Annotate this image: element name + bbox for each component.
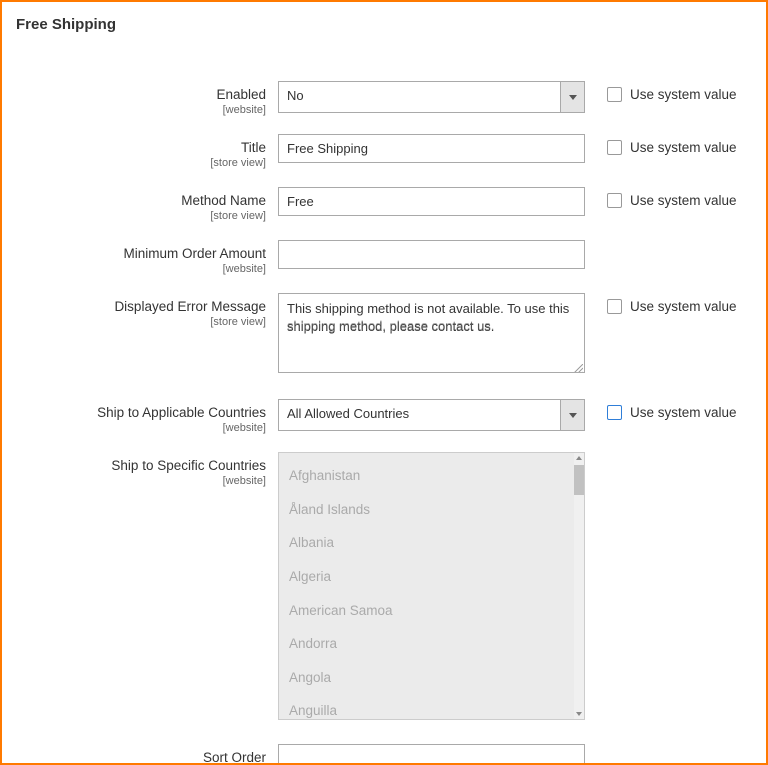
scope-title: [store view] [16, 157, 266, 169]
method-name-use-system-checkbox[interactable] [607, 193, 622, 208]
country-option[interactable]: Angola [279, 661, 584, 695]
scope-enabled: [website] [16, 104, 266, 116]
use-system-label: Use system value [630, 140, 737, 155]
label-sort-order: Sort Order [16, 750, 266, 765]
row-applicable: Ship to Applicable Countries [website] A… [16, 399, 752, 434]
row-specific: Ship to Specific Countries [website] Afg… [16, 452, 752, 720]
row-error-msg: Displayed Error Message [store view] Thi… [16, 293, 752, 373]
row-title: Title [store view] Use system value [16, 134, 752, 169]
country-option[interactable]: Andorra [279, 627, 584, 661]
country-option[interactable]: American Samoa [279, 594, 584, 628]
applicable-select-value: All Allowed Countries [279, 400, 560, 430]
scope-min-order: [website] [16, 263, 266, 275]
scroll-up-icon[interactable] [574, 453, 584, 463]
label-enabled: Enabled [16, 87, 266, 102]
enabled-select[interactable]: No [278, 81, 585, 113]
label-specific: Ship to Specific Countries [16, 458, 266, 473]
use-system-label: Use system value [630, 405, 737, 420]
section-title: Free Shipping [16, 16, 752, 33]
country-option[interactable]: Anguilla [279, 694, 584, 720]
use-system-label: Use system value [630, 193, 737, 208]
method-name-input[interactable] [278, 187, 585, 216]
row-enabled: Enabled [website] No Use system value [16, 81, 752, 116]
title-input[interactable] [278, 134, 585, 163]
enabled-use-system-checkbox[interactable] [607, 87, 622, 102]
scroll-thumb[interactable] [574, 465, 584, 495]
use-system-label: Use system value [630, 299, 737, 314]
use-system-label: Use system value [630, 87, 737, 102]
label-method-name: Method Name [16, 193, 266, 208]
row-min-order: Minimum Order Amount [website] [16, 240, 752, 275]
label-error-msg: Displayed Error Message [16, 299, 266, 314]
label-min-order: Minimum Order Amount [16, 246, 266, 261]
sort-order-input[interactable] [278, 744, 585, 765]
country-option[interactable]: Albania [279, 526, 584, 560]
min-order-input[interactable] [278, 240, 585, 269]
country-option[interactable]: Afghanistan [279, 459, 584, 493]
error-msg-textarea[interactable]: This shipping method is not available. T… [278, 293, 585, 373]
chevron-down-icon [560, 82, 584, 112]
country-option[interactable]: Åland Islands [279, 493, 584, 527]
chevron-down-icon [560, 400, 584, 430]
scope-specific: [website] [16, 475, 266, 487]
specific-countries-multiselect[interactable]: Afghanistan Åland Islands Albania Algeri… [278, 452, 585, 720]
applicable-use-system-checkbox[interactable] [607, 405, 622, 420]
label-applicable: Ship to Applicable Countries [16, 405, 266, 420]
label-title: Title [16, 140, 266, 155]
multiselect-scrollbar[interactable] [574, 453, 584, 719]
config-form: Enabled [website] No Use system value Ti… [16, 51, 752, 765]
error-msg-value: This shipping method is not available. T… [287, 301, 569, 334]
enabled-select-value: No [279, 82, 560, 112]
scope-applicable: [website] [16, 422, 266, 434]
country-option[interactable]: Algeria [279, 560, 584, 594]
resize-handle-icon[interactable] [573, 361, 583, 371]
scroll-down-icon[interactable] [574, 709, 584, 719]
row-sort-order: Sort Order [website] [16, 744, 752, 765]
scope-method-name: [store view] [16, 210, 266, 222]
row-method-name: Method Name [store view] Use system valu… [16, 187, 752, 222]
title-use-system-checkbox[interactable] [607, 140, 622, 155]
free-shipping-config-panel: Free Shipping Enabled [website] No Use s… [0, 0, 768, 765]
applicable-select[interactable]: All Allowed Countries [278, 399, 585, 431]
scope-error-msg: [store view] [16, 316, 266, 328]
error-msg-use-system-checkbox[interactable] [607, 299, 622, 314]
